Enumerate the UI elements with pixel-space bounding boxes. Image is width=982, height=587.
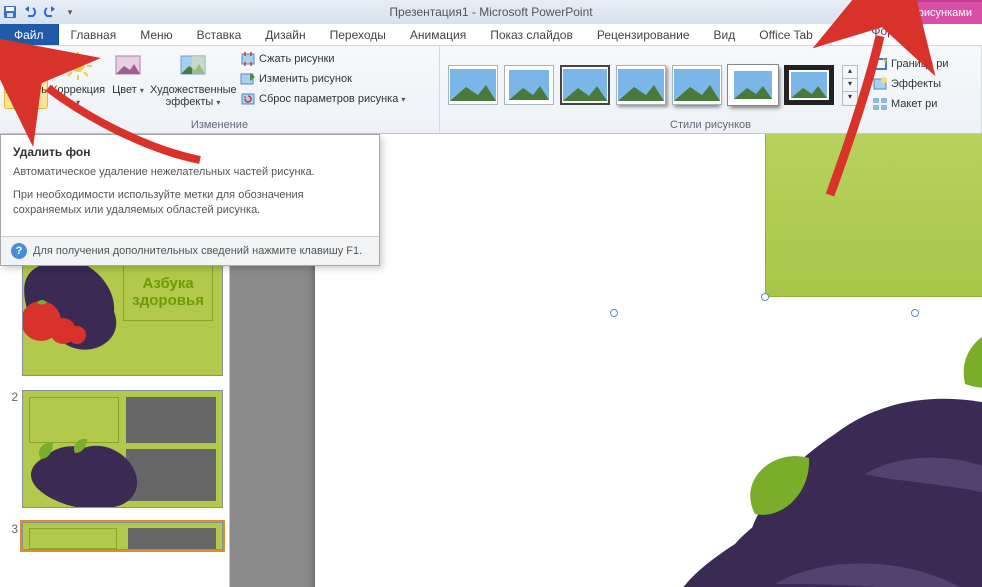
border-label: Граница ри xyxy=(891,58,949,70)
tab-animations[interactable]: Анимация xyxy=(398,24,478,45)
layout-label: Макет ри xyxy=(891,98,937,110)
tab-file[interactable]: Файл xyxy=(0,24,59,45)
compress-icon xyxy=(240,51,256,67)
tab-insert[interactable]: Вставка xyxy=(185,24,254,45)
effects-icon xyxy=(872,76,888,92)
tooltip-title: Удалить фон xyxy=(1,135,379,165)
group-adjust: Удалить фон Коррекция ▾ Цвет ▾ Художеств… xyxy=(0,46,440,133)
help-icon: ? xyxy=(11,243,27,259)
picture-border-button[interactable]: Граница ри xyxy=(870,55,951,73)
selected-picture[interactable] xyxy=(615,314,982,587)
compress-label: Сжать рисунки xyxy=(259,53,335,65)
slide-number-3: 3 xyxy=(6,522,18,550)
slide-thumb-2[interactable] xyxy=(22,390,223,508)
gallery-up-icon[interactable]: ▴ xyxy=(843,66,857,79)
reset-label: Сброс параметров рисунка xyxy=(259,93,398,105)
tab-format[interactable]: Формат xyxy=(855,24,930,38)
tab-design[interactable]: Дизайн xyxy=(253,24,317,45)
color-label: Цвет xyxy=(112,84,137,96)
tab-view[interactable]: Вид xyxy=(702,24,748,45)
eggplants-image xyxy=(615,314,982,587)
picture-layout-button[interactable]: Макет ри xyxy=(870,95,951,113)
tooltip-help-text: Для получения дополнительных сведений на… xyxy=(33,245,362,257)
style-thumb-5[interactable] xyxy=(672,65,722,105)
group-adjust-label: Изменение xyxy=(4,118,435,132)
style-thumb-7[interactable] xyxy=(784,65,834,105)
style-thumb-3[interactable] xyxy=(560,65,610,105)
change-picture-button[interactable]: Изменить рисунок xyxy=(238,70,407,88)
corrections-label: Коррекция xyxy=(51,84,105,96)
artistic-effects-button[interactable]: Художественные эффекты ▾ xyxy=(150,48,236,109)
style-thumb-2[interactable] xyxy=(504,65,554,105)
tab-transitions[interactable]: Переходы xyxy=(318,24,398,45)
slide2-image xyxy=(23,429,143,507)
undo-icon[interactable] xyxy=(22,4,38,20)
ribbon-tabs: Файл Главная Меню Вставка Дизайн Переход… xyxy=(0,24,982,46)
border-icon xyxy=(872,56,888,72)
slide1-image xyxy=(22,258,141,353)
tab-review[interactable]: Рецензирование xyxy=(585,24,702,45)
tab-slideshow[interactable]: Показ слайдов xyxy=(478,24,585,45)
reset-picture-button[interactable]: Сброс параметров рисунка ▾ xyxy=(238,90,407,108)
style-thumb-4[interactable] xyxy=(616,65,666,105)
redo-icon[interactable] xyxy=(42,4,58,20)
tooltip-line2: При необходимости используйте метки для … xyxy=(13,188,367,218)
slide-number-2: 2 xyxy=(6,390,18,508)
artistic-icon xyxy=(177,50,209,82)
tab-officetab[interactable]: Office Tab xyxy=(747,24,825,45)
picture-tools-context-tab[interactable]: Работа с рисунками xyxy=(860,0,982,24)
reset-icon xyxy=(240,91,256,107)
picture-effects-button[interactable]: Эффекты xyxy=(870,75,951,93)
tooltip-line1: Автоматическое удаление нежелательных ча… xyxy=(13,165,367,180)
tab-menu[interactable]: Меню xyxy=(128,24,184,45)
slide-area xyxy=(315,134,982,587)
ribbon: Удалить фон Коррекция ▾ Цвет ▾ Художеств… xyxy=(0,46,982,134)
compress-pictures-button[interactable]: Сжать рисунки xyxy=(238,50,407,68)
picture-styles-gallery: ▴ ▾ ▾ xyxy=(444,59,862,108)
group-styles-label: Стили рисунков xyxy=(444,118,977,132)
slide-thumb-3[interactable] xyxy=(22,522,223,550)
quick-access-toolbar: ▾ xyxy=(0,4,82,20)
style-thumb-1[interactable] xyxy=(448,65,498,105)
tab-home[interactable]: Главная xyxy=(59,24,129,45)
save-icon[interactable] xyxy=(2,4,18,20)
remove-background-button[interactable]: Удалить фон xyxy=(4,48,48,109)
color-icon xyxy=(112,50,144,82)
slide-number-1 xyxy=(6,258,18,376)
window-title: Презентация1 - Microsoft PowerPoint xyxy=(389,5,592,19)
corrections-button[interactable]: Коррекция ▾ xyxy=(50,48,106,109)
remove-background-tooltip: Удалить фон Автоматическое удаление неже… xyxy=(0,134,380,266)
green-placeholder[interactable] xyxy=(765,134,982,297)
remove-background-label: Удалить фон xyxy=(5,84,47,108)
gallery-more-icon[interactable]: ▾ xyxy=(843,92,857,105)
gallery-spinner: ▴ ▾ ▾ xyxy=(842,65,858,106)
color-button[interactable]: Цвет ▾ xyxy=(108,48,148,97)
title-bar: ▾ Презентация1 - Microsoft PowerPoint Ра… xyxy=(0,0,982,24)
gallery-down-icon[interactable]: ▾ xyxy=(843,79,857,92)
qat-more-icon[interactable]: ▾ xyxy=(62,4,78,20)
group-picture-styles: ▴ ▾ ▾ Граница ри Эффекты Макет ри xyxy=(440,46,982,133)
layout-icon xyxy=(872,96,888,112)
slide-row-2: 2 xyxy=(0,380,229,512)
remove-background-icon xyxy=(10,50,42,82)
brightness-icon xyxy=(62,50,94,82)
slide-thumb-1[interactable]: Азбука здоровья xyxy=(22,258,223,376)
effects-label: Эффекты xyxy=(891,78,941,90)
change-label: Изменить рисунок xyxy=(259,73,352,85)
artistic-label: Художественные эффекты xyxy=(150,84,237,108)
slide-row-3: 3 xyxy=(0,512,229,554)
style-thumb-6[interactable] xyxy=(728,65,778,105)
change-picture-icon xyxy=(240,71,256,87)
